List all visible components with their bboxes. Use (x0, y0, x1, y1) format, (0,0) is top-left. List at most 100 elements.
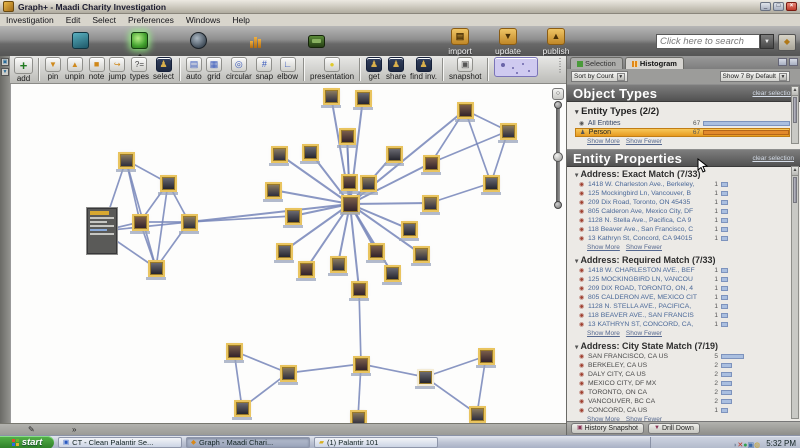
graph-node[interactable] (273, 148, 286, 161)
graph-node[interactable] (355, 358, 368, 371)
graph-node[interactable] (325, 90, 338, 103)
graph-node[interactable] (388, 148, 401, 161)
taskbar-task[interactable]: ◆Graph - Maadi Chari... (186, 437, 310, 448)
close-button[interactable]: × (786, 2, 797, 11)
property-row[interactable]: ◉13 KATHRYN ST, CONCORD, CA,1 (575, 320, 790, 329)
expand-icon[interactable]: » (72, 425, 76, 434)
property-row[interactable]: ◉13 Kathryn St, Concord, CA 940151 (575, 234, 790, 243)
graph-node[interactable] (120, 154, 133, 167)
scroll-up-icon[interactable]: ▲ (792, 167, 798, 176)
menu-edit[interactable]: Edit (60, 15, 87, 25)
toolbar-button-pin[interactable]: ▼pin (43, 57, 63, 81)
toolbar-button-elbow[interactable]: ∟elbow (275, 57, 300, 81)
left-panel-collapse-icon[interactable]: ▼ (1, 68, 9, 76)
zoom-out-button[interactable] (554, 201, 562, 209)
graph-node[interactable] (353, 283, 366, 296)
taskbar-task[interactable]: ▰(1) Palantir 101 (314, 437, 438, 448)
property-row[interactable]: ◉1418 W. Charleston Ave., Berkeley,1 (575, 180, 790, 189)
minimize-button[interactable]: _ (760, 2, 771, 11)
graph-node[interactable] (471, 408, 484, 421)
update-button[interactable]: ▼update (488, 28, 528, 56)
toolbar-button-get[interactable]: ♟get (364, 57, 384, 81)
toolbar-button-minimap[interactable] (492, 57, 540, 77)
panel-minimize-button[interactable] (778, 58, 787, 66)
property-row[interactable]: ◉DALY CITY, CA US2 (575, 370, 790, 379)
show-mode-dropdown[interactable]: Show 7 By Default ▼ (720, 71, 790, 82)
property-row[interactable]: ◉118 Beaver Ave., San Francisco, C1 (575, 225, 790, 234)
graph-node[interactable] (236, 402, 249, 415)
toolbar-button-snap[interactable]: #snap (254, 57, 275, 81)
entity-type-row[interactable]: ♟Person67 (575, 128, 790, 137)
toolbar-button-select[interactable]: ♟select (151, 57, 176, 81)
left-panel-toggle-button[interactable]: ▣ (1, 58, 9, 66)
property-row[interactable]: ◉805 Calderon Ave, Mexico City, DF1 (575, 207, 790, 216)
graph-node[interactable] (419, 371, 432, 384)
mode-browser-button[interactable] (72, 32, 89, 49)
property-row[interactable]: ◉209 DIX ROAD, TORONTO, ON, 41 (575, 284, 790, 293)
mode-globe-button[interactable] (190, 32, 207, 49)
pen-tool-icon[interactable]: ✎ (28, 425, 35, 434)
graph-node[interactable] (459, 104, 472, 117)
graph-node[interactable] (362, 177, 375, 190)
graph-node[interactable] (352, 412, 365, 424)
graph-node[interactable] (304, 146, 317, 159)
property-row[interactable]: ◉BERKELEY, CA US2 (575, 361, 790, 370)
search-side-button[interactable]: ◆ (778, 34, 796, 51)
menu-investigation[interactable]: Investigation (0, 15, 60, 25)
note-node[interactable] (87, 208, 117, 254)
property-row[interactable]: ◉SAN FRANCISCO, CA US5 (575, 352, 790, 361)
start-button[interactable]: start (0, 436, 54, 448)
property-row[interactable]: ◉118 BEAVER AVE., SAN FRANCIS1 (575, 311, 790, 320)
restore-button[interactable]: □ (773, 2, 784, 11)
taskbar-task[interactable]: ▣CT - Clean Palantir Se... (58, 437, 182, 448)
tab-histogram[interactable]: Histogram (625, 57, 684, 69)
graph-node[interactable] (150, 262, 163, 275)
entity-type-row[interactable]: ◉All Entities67 (575, 119, 790, 128)
toolbar-button-auto[interactable]: ▤auto (184, 57, 204, 81)
toolbar-button-grid[interactable]: ▦grid (204, 57, 224, 81)
graph-node[interactable] (332, 258, 345, 271)
toolbar-button-circular[interactable]: ◎circular (224, 57, 254, 81)
graph-canvas[interactable]: ○ (10, 84, 566, 423)
zoom-in-button[interactable] (554, 101, 562, 109)
tab-selection[interactable]: Selection (570, 57, 623, 69)
magnifier-icon[interactable]: ○ (552, 88, 564, 100)
show-link[interactable]: Show More (587, 330, 620, 337)
property-row[interactable]: ◉805 CALDERON AVE, MEXICO CIT1 (575, 293, 790, 302)
toolbar-button-note[interactable]: ■note (87, 57, 107, 81)
graph-node[interactable] (282, 367, 295, 380)
graph-node[interactable] (228, 345, 241, 358)
menu-preferences[interactable]: Preferences (122, 15, 180, 25)
mode-chart-button[interactable] (249, 32, 266, 49)
zoom-slider-thumb[interactable] (553, 152, 563, 162)
toolbar-button-presentation[interactable]: ●presentation (308, 57, 356, 81)
object-types-scrollbar[interactable]: ▲ (791, 86, 799, 144)
property-row[interactable]: ◉MEXICO CITY, DF MX2 (575, 379, 790, 388)
graph-node[interactable] (343, 176, 356, 189)
property-row[interactable]: ◉1128 N. Stella Ave., Pacifica, CA 91 (575, 216, 790, 225)
zoom-slider[interactable] (556, 104, 560, 206)
property-row[interactable]: ◉1128 N. STELLA AVE., PACIFICA,1 (575, 302, 790, 311)
graph-node[interactable] (341, 130, 354, 143)
mode-finance-button[interactable] (308, 32, 325, 49)
toolbar-button-types[interactable]: ?=types (128, 57, 151, 81)
import-button[interactable]: ▤import (440, 28, 480, 56)
graph-node[interactable] (267, 184, 280, 197)
graph-node[interactable] (480, 350, 493, 363)
show-link[interactable]: Show More (587, 244, 620, 251)
search-dropdown-button[interactable]: ▼ (760, 34, 774, 49)
property-row[interactable]: ◉TORONTO, ON CA2 (575, 388, 790, 397)
property-row[interactable]: ◉1418 W. CHARLESTON AVE., BEF1 (575, 266, 790, 275)
graph-node[interactable] (134, 216, 147, 229)
menu-help[interactable]: Help (226, 15, 255, 25)
tray-icon-5[interactable]: ◍ (754, 442, 760, 448)
graph-node[interactable] (287, 210, 300, 223)
graph-node[interactable] (415, 248, 428, 261)
graph-node[interactable] (183, 216, 196, 229)
graph-node[interactable] (162, 177, 175, 190)
property-row[interactable]: ◉125 Mockingbird Ln, Vancouver, B1 (575, 189, 790, 198)
scrollbar-thumb[interactable] (793, 177, 797, 203)
graph-node[interactable] (425, 157, 438, 170)
property-row[interactable]: ◉209 Dix Road, Toronto, ON 454351 (575, 198, 790, 207)
graph-node[interactable] (502, 125, 515, 138)
